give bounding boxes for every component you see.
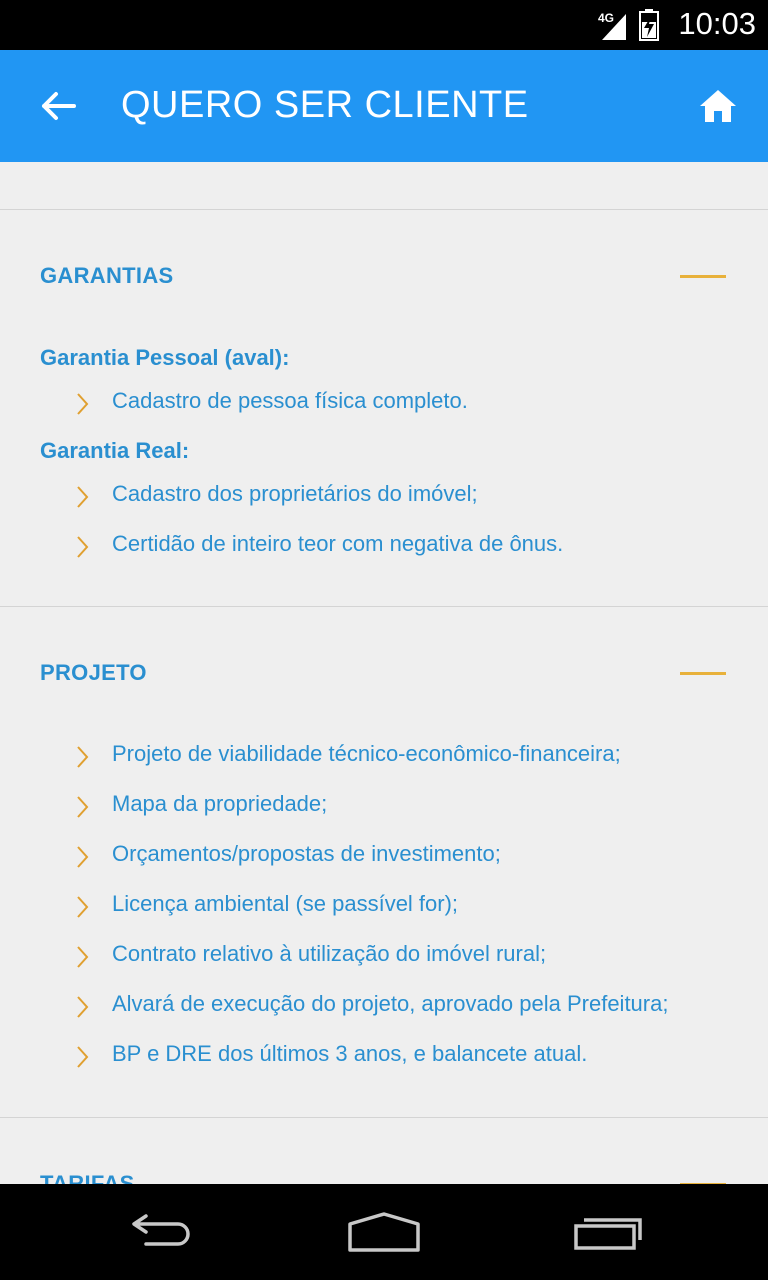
home-button[interactable] [690,78,746,134]
divider [0,606,768,607]
list-item-text: Orçamentos/propostas de investimento; [112,841,501,866]
list-item-text: Licença ambiental (se passível for); [112,891,459,916]
list-item-text: Projeto de viabilidade técnico-econômico… [112,741,621,766]
collapse-icon [680,275,726,278]
back-button[interactable] [30,78,86,134]
divider [0,1117,768,1118]
network-type-label: 4G [598,11,614,25]
chevron-right-icon [77,946,89,968]
page-title: QUERO SER CLIENTE [121,84,529,126]
list-item: Mapa da propriedade; [72,789,752,829]
collapse-icon [680,672,726,675]
subtitle-garantia-pessoal: Garantia Pessoal (aval): [40,345,290,370]
list-item-text: Contrato relativo à utilização do imóvel… [112,941,547,966]
status-time: 10:03 [678,6,756,41]
nav-recents-button[interactable] [558,1204,658,1260]
list-item: Certidão de inteiro teor com negativa de… [72,529,752,569]
chevron-right-icon [77,1046,89,1068]
chevron-right-icon [77,846,89,868]
nav-back-button[interactable] [110,1204,210,1260]
recents-nav-icon [574,1218,642,1250]
list-item: Projeto de viabilidade técnico-econômico… [72,739,752,779]
section-title-projeto: PROJETO [40,660,147,685]
section-header-projeto[interactable]: PROJETO [0,634,768,714]
list-item-text: Alvará de execução do projeto, aprovado … [112,991,669,1016]
chevron-right-icon [77,746,89,768]
list-item: Contrato relativo à utilização do imóvel… [72,939,752,979]
arrow-left-icon [42,92,76,120]
list-item: Alvará de execução do projeto, aprovado … [72,989,752,1029]
app-bar: QUERO SER CLIENTE [0,50,768,162]
list-item-text: Cadastro de pessoa física completo. [112,388,468,413]
list-item-text: Certidão de inteiro teor com negativa de… [112,531,564,556]
section-header-garantias[interactable]: GARANTIAS [0,237,768,317]
back-nav-icon [132,1214,190,1246]
home-icon [700,90,736,122]
battery-charging-icon [639,9,659,41]
status-bar: 4G 10:03 [0,0,768,50]
subtitle-garantia-real: Garantia Real: [40,438,190,463]
home-nav-icon [348,1212,420,1252]
section-header-tarifas[interactable]: TARIFAS [0,1145,768,1184]
content-area: GARANTIAS Garantia Pessoal (aval): Cadas… [0,162,768,1184]
chevron-right-icon [77,486,89,508]
list-item: Orçamentos/propostas de investimento; [72,839,752,879]
chevron-right-icon [77,536,89,558]
list-item: Licença ambiental (se passível for); [72,889,752,929]
list-item-text: Cadastro dos proprietários do imóvel; [112,481,478,506]
nav-home-button[interactable] [334,1204,434,1260]
system-nav-bar [0,1184,768,1280]
list-item: Cadastro de pessoa física completo. [72,386,752,426]
section-title-tarifas: TARIFAS [40,1171,135,1184]
list-item-text: Mapa da propriedade; [112,791,328,816]
status-icons: 4G [598,9,659,41]
chevron-right-icon [77,996,89,1018]
chevron-right-icon [77,393,89,415]
chevron-right-icon [77,896,89,918]
divider [0,209,768,210]
list-item: BP e DRE dos últimos 3 anos, e balancete… [72,1039,752,1079]
list-item: Cadastro dos proprietários do imóvel; [72,479,752,519]
section-title-garantias: GARANTIAS [40,263,174,288]
list-item-text: BP e DRE dos últimos 3 anos, e balancete… [112,1041,588,1066]
chevron-right-icon [77,796,89,818]
